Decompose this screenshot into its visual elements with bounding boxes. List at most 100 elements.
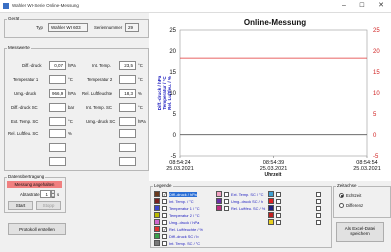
legend-checkbox[interactable] bbox=[316, 212, 321, 218]
legend-color-swatch[interactable] bbox=[268, 198, 274, 204]
unit-label: bar bbox=[68, 105, 75, 110]
x-ticks: 08:54:2425.03.202108:54:3925.03.202108:5… bbox=[166, 156, 381, 172]
legend-checkbox[interactable] bbox=[276, 212, 281, 218]
time-axis-group-label: Zeitachse bbox=[336, 183, 358, 188]
legend-checkbox[interactable] bbox=[162, 205, 167, 211]
start-button[interactable]: Start bbox=[8, 201, 33, 210]
legend-color-swatch[interactable] bbox=[154, 205, 160, 211]
legend-color-swatch[interactable] bbox=[154, 212, 160, 218]
int-temp-sc-field bbox=[119, 103, 136, 112]
unit-label: °C bbox=[138, 77, 143, 82]
empty-field bbox=[119, 157, 136, 166]
legend-color-swatch[interactable] bbox=[154, 233, 160, 239]
unit-label: °C bbox=[138, 105, 143, 110]
y-tick-label-right: 15 bbox=[373, 70, 380, 76]
y-tick-label-left: 20 bbox=[169, 49, 176, 55]
legend-checkbox[interactable] bbox=[276, 219, 281, 225]
series bbox=[180, 57, 367, 136]
legend-checkbox[interactable] bbox=[162, 219, 167, 225]
y-tick-label-left: 10 bbox=[169, 91, 176, 97]
legend-checkbox[interactable]: ✓ bbox=[162, 226, 167, 232]
legend-color-swatch[interactable] bbox=[154, 226, 160, 232]
create-protocol-button[interactable]: Protokoll erstellen bbox=[8, 223, 66, 235]
y-tick-label-left: 15 bbox=[169, 70, 176, 76]
legend-checkbox[interactable] bbox=[162, 212, 167, 218]
ambient-pressure-sc-field bbox=[119, 117, 136, 126]
close-icon[interactable]: ✕ bbox=[374, 1, 388, 11]
value-label: Diff.-druck SC bbox=[11, 105, 38, 110]
legend-checkbox[interactable] bbox=[162, 240, 167, 246]
legend-color-swatch[interactable] bbox=[216, 198, 222, 204]
empty-field bbox=[119, 129, 136, 138]
empty-field bbox=[49, 143, 66, 152]
chart-title: Online-Messung bbox=[244, 18, 306, 27]
y-ticks-right: -50510152025 bbox=[373, 28, 380, 160]
legend-checkbox[interactable] bbox=[276, 205, 281, 211]
legend-color-swatch[interactable] bbox=[268, 205, 274, 211]
unit-label: % bbox=[138, 91, 142, 96]
device-group-label: Gerät bbox=[7, 16, 21, 21]
interval-unit: s bbox=[57, 192, 60, 197]
y-ticks-left: -50510152025 bbox=[169, 28, 176, 160]
legend-checkbox[interactable] bbox=[224, 205, 229, 211]
legend-checkbox[interactable]: ✓ bbox=[162, 191, 167, 197]
diff-pressure-sc-field bbox=[49, 103, 66, 112]
legend-color-swatch[interactable] bbox=[216, 191, 222, 197]
x-tick-date: 25.03.2021 bbox=[353, 166, 381, 172]
y-tick-label-right: 25 bbox=[373, 28, 380, 34]
y-tick-label-left: 5 bbox=[173, 112, 177, 118]
legend-checkbox[interactable] bbox=[224, 191, 229, 197]
legend-color-swatch[interactable] bbox=[268, 219, 274, 225]
ext-temp-sc-field bbox=[49, 117, 66, 126]
legend-label: Int. Temp. SC / °C bbox=[169, 241, 201, 246]
y-tick-label-right: 0 bbox=[373, 133, 377, 139]
value-label: Umg.-druck SC bbox=[86, 119, 116, 124]
legend-color-swatch[interactable] bbox=[216, 205, 222, 211]
legend-label: Temperatur 2 / °C bbox=[169, 213, 200, 218]
plot-frame bbox=[179, 29, 368, 157]
y-tick-label-right: 20 bbox=[373, 49, 380, 55]
maximize-icon[interactable]: ☐ bbox=[355, 1, 369, 11]
legend-label: Rel. Luftfeuchte / % bbox=[169, 227, 203, 232]
interval-input[interactable]: 1 bbox=[40, 190, 51, 198]
difference-radio[interactable] bbox=[339, 203, 344, 208]
legend-checkbox[interactable] bbox=[162, 233, 167, 239]
legend-checkbox[interactable] bbox=[316, 198, 321, 204]
legend-color-swatch[interactable] bbox=[154, 219, 160, 225]
legend-color-swatch[interactable] bbox=[268, 212, 274, 218]
x-tick-date: 25.03.2021 bbox=[166, 166, 194, 172]
save-excel-label-2: speichern bbox=[350, 231, 370, 236]
serial-field: 29 bbox=[125, 23, 139, 32]
status-banner: Messung angehalten bbox=[7, 181, 62, 188]
legend-color-swatch[interactable] bbox=[154, 198, 160, 204]
y-tick-label-right: 10 bbox=[373, 91, 380, 97]
legend-color-swatch[interactable] bbox=[154, 240, 160, 246]
legend-checkbox[interactable] bbox=[316, 219, 321, 225]
realtime-label: Echtzeit bbox=[346, 193, 362, 198]
transfer-group-label: Datenübertragung bbox=[7, 174, 46, 179]
temp2-field bbox=[119, 75, 136, 84]
int-temp-field: 23,5 bbox=[119, 61, 136, 70]
chart: Online-Messung Diff.-druck / hPa Temperat… bbox=[157, 18, 381, 178]
value-label: Diff.-druck bbox=[22, 63, 42, 68]
legend-color-swatch[interactable] bbox=[154, 191, 160, 197]
legend-checkbox[interactable] bbox=[276, 198, 281, 204]
interval-label: Abtastrate bbox=[20, 192, 40, 197]
realtime-radio[interactable] bbox=[339, 193, 344, 198]
legend-checkbox[interactable] bbox=[276, 191, 281, 197]
legend-checkbox[interactable] bbox=[316, 191, 321, 197]
value-label: Umg.-druck bbox=[14, 91, 37, 96]
value-label: Int. Temp. SC bbox=[86, 105, 112, 110]
legend-label: Int. Temp. / °C bbox=[169, 199, 194, 204]
legend-color-swatch[interactable] bbox=[268, 191, 274, 197]
unit-label: hPa bbox=[138, 119, 146, 124]
legend-checkbox[interactable] bbox=[316, 205, 321, 211]
stop-button[interactable]: Stopp bbox=[36, 201, 61, 210]
minimize-icon[interactable]: – bbox=[337, 1, 351, 11]
save-excel-button[interactable]: Als Excel-Datei speichern bbox=[336, 222, 384, 242]
legend-checkbox[interactable] bbox=[162, 198, 167, 204]
humidity-field: 18,3 bbox=[119, 89, 136, 98]
value-label: Int. Temp. bbox=[92, 63, 111, 68]
legend-checkbox[interactable] bbox=[224, 198, 229, 204]
interval-spinner[interactable]: ▴ ▾ bbox=[51, 190, 55, 199]
